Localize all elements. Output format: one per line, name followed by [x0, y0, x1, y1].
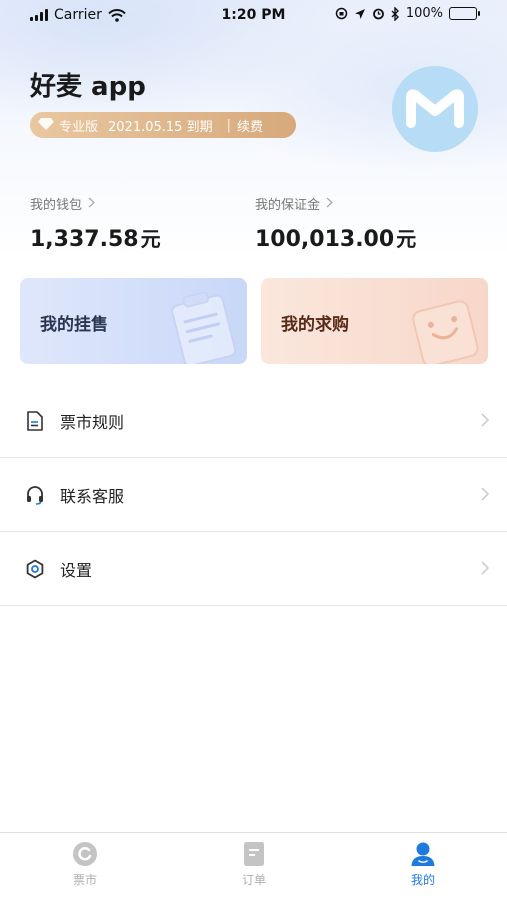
menu-item-label: 票市规则 — [60, 412, 125, 432]
renew-link[interactable]: 续费 — [237, 116, 263, 135]
tab-bar: 票市 订单 我的 — [0, 832, 507, 900]
badge-divider: | — [226, 117, 231, 133]
alarm-icon — [372, 8, 384, 20]
chevron-right-icon — [88, 197, 95, 211]
menu-item-customer-service[interactable]: 联系客服 — [0, 458, 507, 532]
membership-badge: 专业版 2021.05.15 到期 | 续费 — [30, 112, 296, 138]
app-title: 好麦 app — [30, 72, 146, 102]
menu-item-label: 设置 — [60, 560, 93, 580]
membership-level: 专业版 — [59, 119, 99, 135]
market-icon — [72, 841, 98, 867]
location-icon — [354, 8, 365, 19]
status-right: 100% — [335, 6, 480, 21]
deposit-section[interactable]: 我的保证金 100,013.00 元 — [255, 194, 416, 252]
user-icon — [410, 841, 436, 867]
menu-item-market-rules[interactable]: 票市规则 — [0, 384, 507, 458]
chevron-right-icon — [326, 197, 333, 211]
battery-icon — [449, 7, 480, 20]
chevron-right-icon — [481, 560, 490, 579]
my-listings-label: 我的挂售 — [40, 315, 108, 335]
deposit-label: 我的保证金 — [255, 198, 321, 213]
tab-market[interactable]: 票市 — [25, 833, 145, 900]
menu-list: 票市规则 联系客服 设置 — [0, 384, 507, 606]
my-listings-card[interactable]: 我的挂售 — [20, 278, 247, 364]
bluetooth-icon — [391, 6, 399, 21]
membership-expiry: 2021.05.15 到期 — [108, 119, 213, 135]
deposit-amount: 100,013.00 — [255, 227, 395, 252]
diamond-icon — [38, 117, 54, 133]
tab-orders[interactable]: 订单 — [194, 833, 314, 900]
wallet-section[interactable]: 我的钱包 1,337.58 元 — [30, 194, 161, 252]
chevron-right-icon — [481, 412, 490, 431]
tab-label: 订单 — [241, 873, 266, 887]
wallet-amount: 1,337.58 — [30, 227, 139, 252]
menu-item-label: 联系客服 — [60, 486, 125, 506]
screen-lock-icon — [335, 7, 348, 20]
my-requests-card[interactable]: 我的求购 — [261, 278, 488, 364]
gear-icon — [24, 558, 46, 580]
menu-item-settings[interactable]: 设置 — [0, 532, 507, 606]
avatar[interactable] — [392, 66, 478, 152]
battery-percent: 100% — [405, 6, 443, 21]
wallet-unit: 元 — [140, 227, 161, 251]
headset-icon — [24, 484, 46, 506]
tab-label: 我的 — [410, 873, 435, 887]
status-bar: Carrier 1:20 PM 100% — [0, 0, 507, 32]
wallet-label: 我的钱包 — [30, 198, 83, 213]
order-icon — [241, 841, 267, 867]
document-icon — [24, 410, 46, 432]
tab-label: 票市 — [72, 873, 97, 887]
clipboard-icon — [171, 291, 237, 364]
chevron-right-icon — [481, 486, 490, 505]
logo-m-icon — [406, 89, 464, 128]
my-requests-label: 我的求购 — [281, 315, 349, 335]
tab-mine[interactable]: 我的 — [363, 833, 483, 900]
deposit-unit: 元 — [396, 227, 417, 251]
shopping-bag-icon — [412, 300, 479, 364]
